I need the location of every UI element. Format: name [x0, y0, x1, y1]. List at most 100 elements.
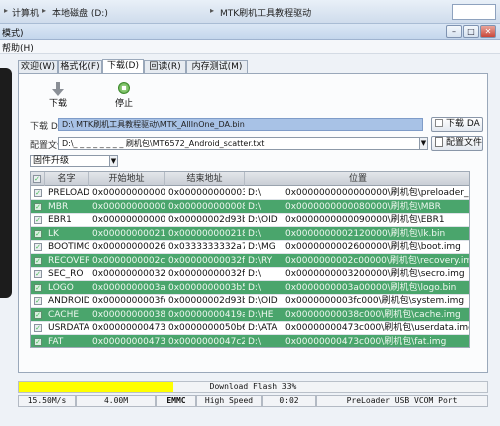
download-arrow-icon [52, 82, 64, 96]
menu-help[interactable]: 帮助(H) [2, 41, 34, 54]
cell-region: D:\ [248, 269, 261, 279]
header-start-address[interactable]: 开始地址 [89, 172, 165, 186]
row-checkbox[interactable]: ✓ [34, 202, 42, 211]
table-row[interactable]: ✓ EBR1 0x00000000000900000x00000002d93bbb7… [31, 213, 469, 227]
search-input[interactable] [452, 4, 496, 20]
cell-name: BOOTIMG [48, 242, 89, 252]
table-row[interactable]: ✓ ANDROID0x0000000003fc00000x00000002d93b… [31, 294, 469, 308]
cell-end-address: 0x000000000003220ff [168, 188, 245, 198]
stop-tool-button[interactable]: 停止 [112, 82, 136, 109]
cell-name: LK [48, 228, 59, 239]
tab-memory-test[interactable]: 内存测试(M) [186, 60, 248, 73]
stop-icon [118, 82, 130, 94]
close-button[interactable]: ✕ [480, 25, 496, 38]
tab-format[interactable]: 格式化(F) [58, 60, 102, 73]
row-checkbox[interactable]: ✓ [34, 283, 42, 292]
header-location[interactable]: 位置 [245, 172, 469, 186]
table-row[interactable]: ✓ USRDATA0x00000000473c00000x0000000050b6… [31, 321, 469, 335]
header-end-address[interactable]: 结束地址 [165, 172, 245, 186]
cell-start-address: 0x0000000000080000 [92, 201, 165, 212]
cell-name: ANDROID [48, 296, 89, 306]
cell-location: 0x00000000038c000\刷机包\cache.img [285, 309, 461, 320]
row-checkbox[interactable]: ✓ [34, 229, 42, 238]
row-checkbox[interactable]: ✓ [34, 337, 42, 346]
maximize-button[interactable]: □ [463, 25, 479, 38]
header-name[interactable]: 名字 [45, 172, 89, 186]
cell-location: 0x0000000003200000\刷机包\secro.img [285, 269, 465, 279]
table-row[interactable]: ✓ LK 0x00000000021200000x0000000002185a0D:… [31, 226, 469, 241]
cell-end-address: 0x00000000000801ff [168, 201, 245, 212]
table-row[interactable]: ✓ MBR 0x00000000000800000x00000000000801ff… [31, 199, 469, 214]
cell-name: SEC_RO [48, 269, 84, 279]
cell-region: D:\ [248, 336, 261, 347]
download-tool-button[interactable]: 下载 [46, 82, 70, 109]
explorer-address-bar: ▸ 计算机 ▸ 本地磁盘 (D:) ▸ MTK刷机工具教程驱动 [0, 0, 500, 24]
row-checkbox[interactable]: ✓ [34, 297, 42, 305]
row-checkbox[interactable]: ✓ [34, 256, 42, 265]
mode-select-value: 固件升级 [33, 156, 70, 166]
cell-name: MBR [48, 201, 69, 212]
status-usb-speed: High Speed [196, 395, 262, 407]
cell-end-address: 0x0000000002185a0 [168, 228, 245, 239]
cell-end-address: 0x00000000419ad7 [168, 309, 245, 320]
table-header: ✓ 名字 开始地址 结束地址 位置 [31, 172, 469, 186]
table-row[interactable]: ✓ CACHE 0x00000000038c00000x00000000419ad7… [31, 307, 469, 322]
tab-welcome[interactable]: 欢迎(W) [18, 60, 58, 73]
checkbox-icon [435, 119, 443, 127]
table-row[interactable]: ✓PRELOADER0x00000000000000000x0000000000… [31, 186, 469, 200]
table-row[interactable]: ✓ SEC_RO 0x00000000032000000x00000000032ff… [31, 267, 469, 281]
status-size: 4.00M [76, 395, 156, 407]
table-row[interactable]: ✓ LOGO 0x0000000003a000000x0000000003b5f7f… [31, 280, 469, 295]
status-bar: 15.50M/s 4.00M EMMC High Speed 0:02 PreL… [18, 395, 488, 407]
tab-download[interactable]: 下载(D) [102, 59, 144, 73]
cell-location: 0x0000000000000000\刷机包\preloader_gionee7… [285, 188, 469, 198]
cell-region: D:\ [248, 201, 261, 212]
cell-start-address: 0x0000000002600000 [92, 242, 165, 252]
row-checkbox[interactable]: ✓ [34, 324, 42, 332]
scatter-file-path[interactable]: D:\_ _ _ _ _ _ _ _ 刷机包\MT6572_Android_sc… [58, 137, 420, 150]
scatter-file-button-label: 配置文件 [446, 138, 483, 148]
row-checkbox[interactable]: ✓ [34, 310, 42, 319]
cell-end-address: 0x0000000003b5f7ff [168, 282, 245, 293]
cell-name: RECOVERY [48, 255, 89, 266]
row-checkbox[interactable]: ✓ [34, 216, 42, 224]
cell-location: 0x0000000002600000\刷机包\boot.img [285, 242, 461, 252]
menu-bar: 帮助(H) [0, 40, 500, 54]
cell-start-address: 0x0000000000090000 [92, 215, 165, 225]
cell-start-address: 0x00000000473c0000 [92, 323, 165, 333]
download-tool-label: 下载 [48, 99, 67, 109]
cell-start-address: 0x0000000002120000 [92, 228, 165, 239]
cell-name: USRDATA [48, 323, 89, 333]
cell-region: D:\ [248, 228, 261, 239]
row-checkbox[interactable]: ✓ [34, 270, 42, 278]
minimize-button[interactable]: – [446, 25, 462, 38]
download-agent-path[interactable]: D:\ MTK刷机工具教程驱动\MTK_AllInOne_DA.bin [58, 118, 423, 131]
breadcrumb-folder[interactable]: MTK刷机工具教程驱动 [220, 6, 311, 19]
download-agent-button[interactable]: 下载 DA [431, 117, 483, 132]
cell-start-address: 0x0000000003200000 [92, 269, 165, 279]
breadcrumb-computer[interactable]: 计算机 [12, 6, 39, 19]
table-row[interactable]: ✓ RECOVERY0x0000000002c000000x00000000032… [31, 253, 469, 268]
breadcrumb-drive[interactable]: 本地磁盘 (D:) [52, 6, 108, 19]
row-checkbox[interactable]: ✓ [34, 243, 42, 251]
mode-dropdown-arrow[interactable]: ▼ [109, 155, 118, 167]
cell-location: 0x00000000473c000\刷机包\fat.img [285, 336, 447, 347]
mode-select[interactable]: 固件升级 ▼ [30, 155, 118, 167]
scatter-dropdown-arrow[interactable]: ▼ [419, 137, 428, 150]
cell-start-address: 0x0000000000000000 [92, 188, 165, 198]
download-agent-button-label: 下载 DA [446, 119, 480, 129]
tab-readback[interactable]: 回读(R) [144, 60, 186, 73]
cell-region: D:\ATA [248, 323, 278, 333]
cell-name: CACHE [48, 309, 80, 320]
cell-region: D:\OID [248, 296, 278, 306]
header-select-all[interactable]: ✓ [31, 172, 45, 186]
stop-tool-label: 停止 [114, 99, 133, 109]
table-row[interactable]: ✓ FAT 0x00000000473c00000x0000000047c2217D… [31, 334, 469, 347]
row-checkbox[interactable]: ✓ [34, 189, 42, 197]
cell-end-address: 0x00000000032fffff [168, 269, 245, 279]
table-row[interactable]: ✓ BOOTIMG0x00000000026000000x0333333332a7… [31, 240, 469, 254]
cell-end-address: 0x00000002d93bbb7 [168, 215, 245, 225]
cell-region: D:\ [248, 282, 261, 293]
document-icon [435, 137, 443, 147]
scatter-file-button[interactable]: 配置文件 [431, 136, 483, 151]
